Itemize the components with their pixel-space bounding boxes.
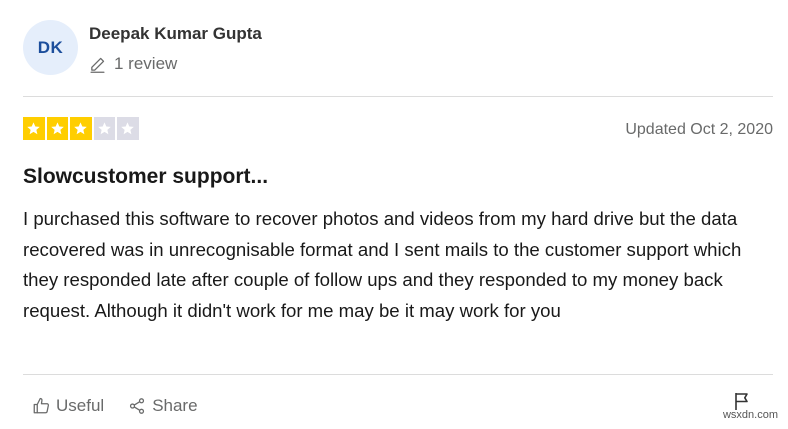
share-button[interactable]: Share [128,396,198,416]
pencil-icon [89,56,106,73]
review-count: 1 review [89,54,177,74]
review-count-label: 1 review [114,54,178,73]
star-icon [46,117,68,140]
divider [23,96,773,97]
review-body: I purchased this software to recover pho… [23,208,742,321]
review-actions: Useful Share [32,396,198,416]
divider [23,374,773,375]
star-rating [23,117,139,140]
watermark: wsxdn.com [722,409,778,421]
avatar[interactable]: DK [23,20,78,75]
review-date: Updated Oct 2, 2020 [625,121,773,138]
author-name[interactable]: Deepak Kumar Gupta [89,24,262,44]
star-icon [93,117,115,140]
review-title[interactable]: Slowcustomer support... [23,165,268,189]
avatar-initials: DK [37,37,64,57]
star-icon [23,117,45,140]
star-icon [70,117,92,140]
star-icon [117,117,139,140]
useful-label: Useful [56,396,105,415]
share-label: Share [152,396,198,415]
useful-button[interactable]: Useful [32,396,104,416]
thumbs-up-icon [32,397,50,415]
share-icon [128,397,146,415]
